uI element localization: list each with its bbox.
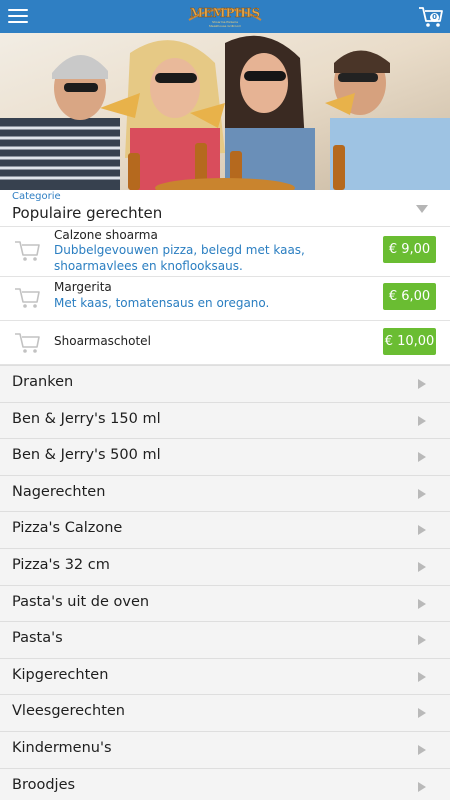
category-row-label: Dranken (12, 374, 74, 390)
product-item[interactable]: Margerita Met kaas, tomatensaus en orega… (0, 276, 450, 320)
product-description: Met kaas, tomatensaus en oregano. (54, 296, 270, 310)
chevron-right-icon (418, 635, 426, 646)
chevron-right-icon (418, 415, 426, 426)
svg-text:Steakhouse Grillroom: Steakhouse Grillroom (209, 24, 241, 28)
category-row-label: Broodjes (12, 776, 76, 793)
product-name: Margerita (54, 280, 112, 294)
product-description: Dubbelgevouwen pizza, belegd met kaas, s… (54, 243, 305, 273)
chevron-right-icon (418, 525, 426, 536)
category-row-label: Ben & Jerry's 500 ml (12, 447, 161, 464)
category-row-label: Nagerechten (12, 483, 106, 500)
chevron-right-icon (418, 488, 426, 499)
product-name: Shoarmaschotel (54, 334, 151, 348)
category-select[interactable]: Populaire gerechten (12, 204, 162, 222)
category-row[interactable]: Kipgerechten (0, 657, 450, 695)
category-row-label: Pasta's uit de oven (12, 593, 150, 610)
product-item[interactable]: Calzone shoarma Dubbelgevouwen pizza, be… (0, 226, 450, 276)
category-row-label: Pasta's (12, 630, 63, 647)
top-bar: MEMPHIS Shoarma Pizzeria Steakhouse Gril… (0, 0, 450, 33)
category-row[interactable]: Pizza's 32 cm (0, 547, 450, 585)
svg-text:MEMPHIS: MEMPHIS (190, 6, 260, 20)
chevron-right-icon (418, 708, 426, 719)
category-row-label: Vleesgerechten (12, 703, 125, 720)
menu-icon[interactable] (8, 8, 28, 24)
caret-down-icon[interactable] (416, 205, 428, 213)
category-row[interactable]: Vleesgerechten (0, 694, 450, 731)
chevron-right-icon (418, 781, 426, 792)
chevron-right-icon (418, 671, 426, 682)
category-row-label: Kindermenu's (12, 739, 112, 756)
cart-count-badge: 0 (430, 13, 439, 22)
hero-image (0, 33, 450, 190)
price-button[interactable]: € 6,00 (383, 283, 436, 310)
category-row[interactable]: Ben & Jerry's 150 ml (0, 401, 450, 439)
category-row[interactable]: Dranken (0, 365, 450, 402)
category-list: Dranken Ben & Jerry's 150 ml Ben & Jerry… (0, 365, 450, 800)
chevron-right-icon (418, 452, 426, 463)
category-row[interactable]: Ben & Jerry's 500 ml (0, 438, 450, 475)
category-row-label: Pizza's Calzone (12, 520, 123, 537)
price-button[interactable]: € 10,00 (383, 328, 436, 355)
category-row[interactable]: Kindermenu's (0, 730, 450, 768)
chevron-right-icon (418, 744, 426, 755)
product-item[interactable]: Shoarmaschotel € 10,00 (0, 320, 450, 365)
category-row-label: Kipgerechten (12, 666, 109, 683)
category-label: Categorie (12, 191, 61, 202)
category-row[interactable]: Pizza's Calzone (0, 511, 450, 548)
shopping-cart-icon[interactable] (14, 286, 42, 310)
shopping-cart-icon[interactable] (14, 239, 42, 263)
category-row[interactable]: Pasta's uit de oven (0, 584, 450, 622)
price-button[interactable]: € 9,00 (383, 236, 436, 263)
category-row[interactable]: Nagerechten (0, 474, 450, 512)
chevron-right-icon (418, 598, 426, 609)
category-row-label: Pizza's 32 cm (12, 556, 110, 573)
memphis-logo: MEMPHIS Shoarma Pizzeria Steakhouse Gril… (188, 6, 262, 28)
category-row-label: Ben & Jerry's 150 ml (12, 410, 161, 427)
chevron-right-icon (418, 561, 426, 572)
chevron-right-icon (418, 379, 426, 389)
product-name: Calzone shoarma (54, 228, 158, 242)
category-row[interactable]: Broodjes (0, 767, 450, 800)
category-row[interactable]: Pasta's (0, 621, 450, 658)
shopping-cart-icon[interactable] (14, 331, 42, 355)
